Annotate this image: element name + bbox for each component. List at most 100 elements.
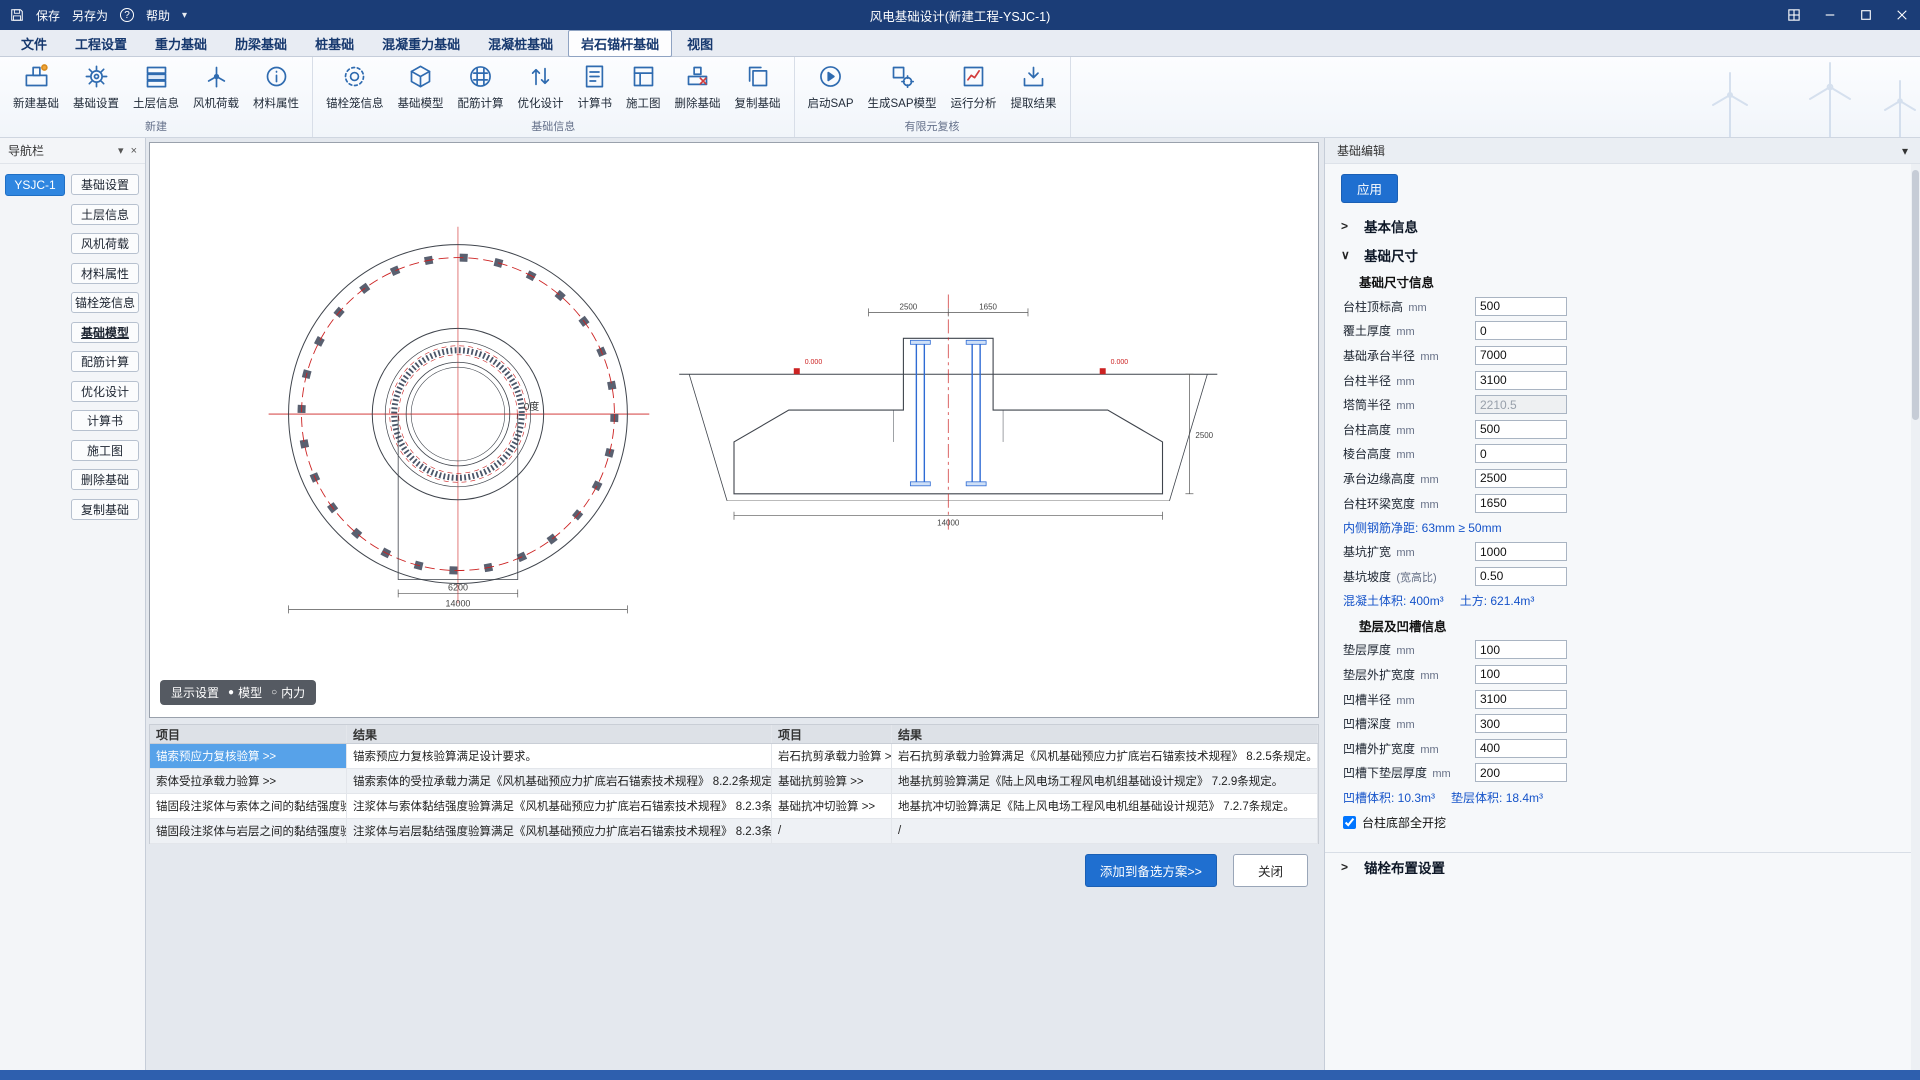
- launch-sap-button[interactable]: 启动SAP: [801, 59, 861, 113]
- run-analysis-button[interactable]: 运行分析: [944, 59, 1004, 113]
- cushion-extension-input[interactable]: [1475, 665, 1567, 684]
- pin-icon[interactable]: ▾: [118, 144, 124, 157]
- cap-edge-height-input[interactable]: [1475, 469, 1567, 488]
- cushion-thickness-input[interactable]: [1475, 640, 1567, 659]
- pit-widening-input[interactable]: [1475, 542, 1567, 561]
- save-button[interactable]: 保存: [36, 7, 60, 24]
- material-properties-button[interactable]: 材料属性: [246, 59, 306, 113]
- radio-internal-force[interactable]: ○ 内力: [271, 684, 305, 701]
- foundation-model-button[interactable]: 基础模型: [391, 59, 451, 113]
- tab-project-settings[interactable]: 工程设置: [62, 30, 140, 57]
- check-item-link[interactable]: 岩石抗剪承载力验算 >>: [772, 744, 892, 768]
- sidebar-item-copy-foundation[interactable]: 复制基础: [71, 499, 139, 520]
- field-label: 承台边缘高度: [1343, 472, 1415, 486]
- generate-sap-model-button[interactable]: 生成SAP模型: [861, 59, 944, 113]
- panel-caret-icon[interactable]: ▾: [1902, 144, 1908, 158]
- apply-button[interactable]: 应用: [1341, 174, 1398, 203]
- pit-slope-input[interactable]: [1475, 567, 1567, 586]
- check-item-link[interactable]: 锚固段注浆体与岩层之间的黏结强度验算 >>: [150, 819, 347, 843]
- check-item-link[interactable]: 索体受拉承载力验算 >>: [150, 769, 347, 793]
- table-header-row: 项目 结果 项目 结果: [150, 725, 1318, 744]
- groove-extension-input[interactable]: [1475, 739, 1567, 758]
- section-basic-info[interactable]: > 基本信息: [1325, 211, 1920, 240]
- help-button[interactable]: 帮助: [146, 7, 170, 24]
- svg-text:0度: 0度: [524, 400, 540, 413]
- field-label: 塔筒半径: [1343, 398, 1391, 412]
- add-to-plans-button[interactable]: 添加到备选方案>>: [1085, 854, 1217, 887]
- field-row: 凹槽半径 mm: [1325, 687, 1920, 712]
- tab-rock-anchor-foundation[interactable]: 岩石锚杆基础: [568, 30, 672, 57]
- model-canvas[interactable]: 0度 6200 14000: [149, 142, 1319, 718]
- minimize-button[interactable]: [1812, 0, 1848, 30]
- new-foundation-button[interactable]: 新建基础: [6, 59, 66, 113]
- close-panel-button[interactable]: 关闭: [1233, 854, 1308, 887]
- sidebar-item-foundation-settings[interactable]: 基础设置: [71, 174, 139, 195]
- radio-model[interactable]: ● 模型: [228, 684, 262, 701]
- frustum-height-input[interactable]: [1475, 444, 1567, 463]
- layout-grid-icon[interactable]: [1776, 0, 1812, 30]
- foundation-settings-button[interactable]: 基础设置: [66, 59, 126, 113]
- rebar-calculation-button[interactable]: 配筋计算: [451, 59, 511, 113]
- check-item-link[interactable]: 基础抗剪验算 >>: [772, 769, 892, 793]
- sidebar-item-soil-info[interactable]: 土层信息: [71, 204, 139, 225]
- panel-scrollbar[interactable]: [1911, 164, 1920, 1070]
- soil-layer-info-button[interactable]: 土层信息: [126, 59, 186, 113]
- field-row: 棱台高度 mm: [1325, 442, 1920, 467]
- soil-cover-thickness-input[interactable]: [1475, 321, 1567, 340]
- tab-view[interactable]: 视图: [674, 30, 726, 57]
- scrollbar-thumb[interactable]: [1912, 170, 1919, 420]
- help-icon[interactable]: ?: [120, 8, 134, 22]
- pedestal-top-elevation-input[interactable]: [1475, 297, 1567, 316]
- toolbar-options-caret-icon[interactable]: ▾: [182, 10, 187, 21]
- extract-results-button[interactable]: 提取结果: [1004, 59, 1064, 113]
- tab-rib-beam-foundation[interactable]: 肋梁基础: [222, 30, 300, 57]
- sidebar-item-construction-drawing[interactable]: 施工图: [71, 440, 139, 461]
- check-item-link[interactable]: 锚固段注浆体与索体之间的黏结强度验算 >>: [150, 794, 347, 818]
- sidebar-item-rebar-calc[interactable]: 配筋计算: [71, 351, 139, 372]
- turbine-load-button[interactable]: 风机荷载: [186, 59, 246, 113]
- save-as-button[interactable]: 另存为: [72, 7, 108, 24]
- table-row: 索体受拉承载力验算 >> 锚索索体的受拉承载力满足《风机基础预应力扩底岩石锚索技…: [150, 769, 1318, 794]
- close-button[interactable]: [1884, 0, 1920, 30]
- tab-file[interactable]: 文件: [8, 30, 60, 57]
- tab-mixed-gravity-foundation[interactable]: 混凝重力基础: [369, 30, 473, 57]
- pedestal-radius-input[interactable]: [1475, 371, 1567, 390]
- sidebar-item-optimize-design[interactable]: 优化设计: [71, 381, 139, 402]
- ring-beam-width-input[interactable]: [1475, 494, 1567, 513]
- groove-depth-input[interactable]: [1475, 714, 1567, 733]
- close-sidebar-icon[interactable]: ×: [131, 145, 137, 157]
- chevron-down-icon: ∨: [1341, 248, 1353, 262]
- check-result: 注浆体与索体黏结强度验算满足《风机基础预应力扩底岩石锚索技术规程》 8.2.3条…: [347, 794, 772, 818]
- construction-drawing-icon: [630, 63, 657, 93]
- check-item-link[interactable]: /: [772, 819, 892, 843]
- cap-radius-input[interactable]: [1475, 346, 1567, 365]
- construction-drawing-button[interactable]: 施工图: [619, 59, 668, 113]
- pedestal-height-input[interactable]: [1475, 420, 1567, 439]
- optimize-design-button[interactable]: 优化设计: [511, 59, 571, 113]
- groove-cushion-thickness-input[interactable]: [1475, 763, 1567, 782]
- ribbon-group-label: 有限元复核: [801, 117, 1064, 137]
- section-foundation-size[interactable]: ∨ 基础尺寸: [1325, 240, 1920, 269]
- tab-gravity-foundation[interactable]: 重力基础: [142, 30, 220, 57]
- sidebar-item-material-props[interactable]: 材料属性: [71, 263, 139, 284]
- sidebar-item-wind-load[interactable]: 风机荷载: [71, 233, 139, 254]
- save-icon[interactable]: [10, 8, 24, 22]
- delete-foundation-button[interactable]: 删除基础: [668, 59, 728, 113]
- full-excavation-checkbox[interactable]: [1343, 816, 1356, 829]
- tab-mixed-pile-foundation[interactable]: 混凝桩基础: [475, 30, 566, 57]
- check-item-link[interactable]: 锚索预应力复核验算 >>: [150, 744, 347, 768]
- project-tab-ysjc1[interactable]: YSJC-1: [5, 174, 65, 196]
- sidebar-item-delete-foundation[interactable]: 删除基础: [71, 469, 139, 490]
- maximize-button[interactable]: [1848, 0, 1884, 30]
- section-anchor-layout[interactable]: > 锚栓布置设置: [1325, 852, 1920, 881]
- sidebar-item-anchor-cage-info[interactable]: 锚栓笼信息: [71, 292, 139, 313]
- tab-pile-foundation[interactable]: 桩基础: [302, 30, 367, 57]
- copy-foundation-button[interactable]: 复制基础: [728, 59, 788, 113]
- sidebar-item-calc-report[interactable]: 计算书: [71, 410, 139, 431]
- groove-radius-input[interactable]: [1475, 690, 1567, 709]
- anchor-cage-info-button[interactable]: 锚栓笼信息: [319, 59, 391, 113]
- check-item-link[interactable]: 基础抗冲切验算 >>: [772, 794, 892, 818]
- calculation-report-button[interactable]: 计算书: [571, 59, 620, 113]
- sidebar-item-foundation-model[interactable]: 基础模型: [71, 322, 139, 343]
- subsection-size-info: 基础尺寸信息: [1325, 269, 1920, 294]
